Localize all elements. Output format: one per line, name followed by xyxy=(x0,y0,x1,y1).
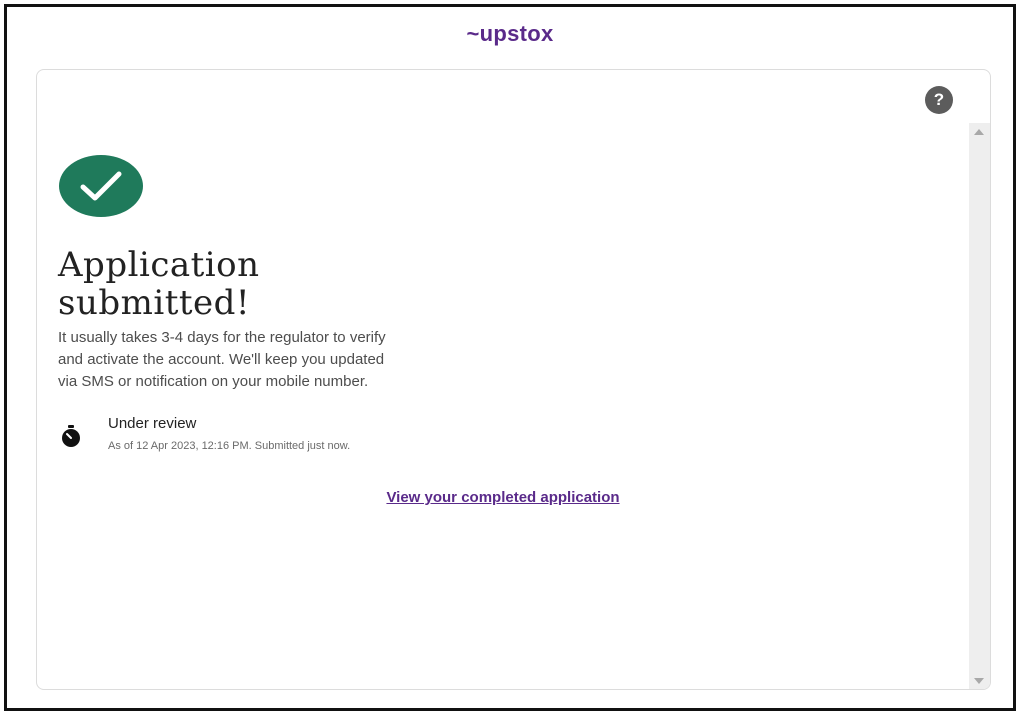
timer-icon xyxy=(59,425,83,452)
status-timestamp: As of 12 Apr 2023, 12:16 PM. Submitted j… xyxy=(108,440,351,452)
description-line-3: via SMS or notification on your mobile n… xyxy=(58,373,369,390)
description-line-1: It usually takes 3-4 days for the regula… xyxy=(58,329,386,346)
title-line-2: submitted! xyxy=(58,283,251,323)
question-icon[interactable]: ? xyxy=(925,86,953,114)
brand-mark: ~ xyxy=(466,21,480,46)
help-label: ? xyxy=(933,90,945,109)
scroll-up-arrow-icon[interactable] xyxy=(974,129,984,135)
scroll-down-arrow-icon[interactable] xyxy=(974,678,984,684)
page-title: Application submitted! xyxy=(58,246,478,322)
app-frame: ~upstox ? Application submitted! It usua… xyxy=(4,4,1016,711)
brand-name: upstox xyxy=(479,21,554,46)
check-circle-icon xyxy=(59,155,143,217)
description-line-2: and activate the account. We'll keep you… xyxy=(58,351,385,368)
upstox-logo: ~upstox xyxy=(7,21,1013,47)
description: It usually takes 3-4 days for the regula… xyxy=(58,327,478,393)
status-card: ? Application submitted! It usually take… xyxy=(36,69,991,690)
scrollbar[interactable] xyxy=(969,123,990,689)
status-title: Under review xyxy=(108,415,197,432)
title-line-1: Application xyxy=(58,245,260,285)
view-application-link[interactable]: View your completed application xyxy=(37,489,969,506)
